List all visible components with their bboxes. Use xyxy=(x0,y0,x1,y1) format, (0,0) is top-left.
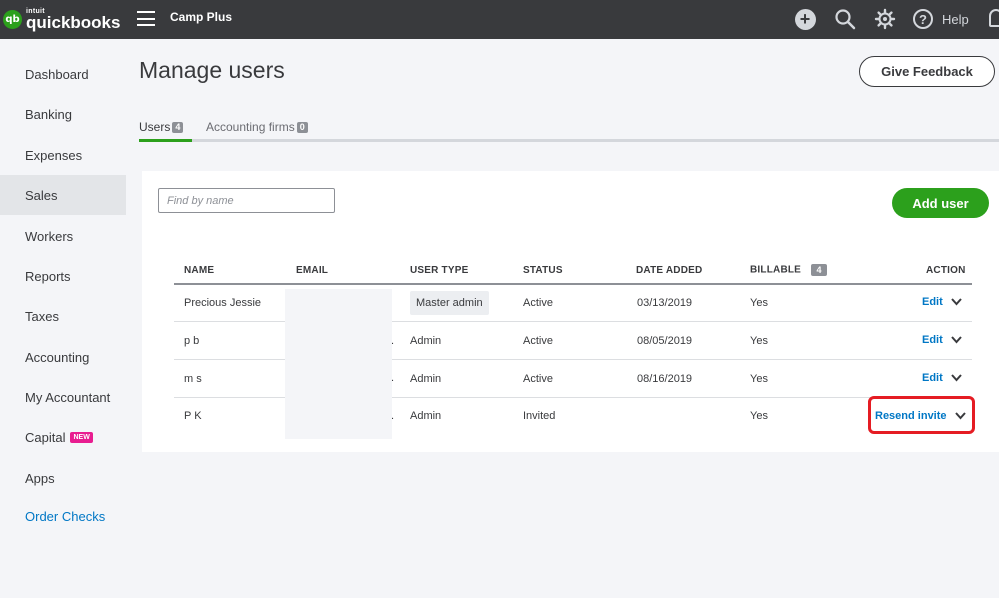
cell-name: P K xyxy=(184,410,202,422)
sidebar-item-apps[interactable]: Apps xyxy=(0,458,126,498)
cell-status: Active xyxy=(523,373,553,385)
sidebar-item-label: Reports xyxy=(25,268,71,284)
column-header-status[interactable]: STATUS xyxy=(523,265,563,276)
cell-name: m s xyxy=(184,373,202,385)
cell-billable: Yes xyxy=(750,373,768,385)
column-header-user-type[interactable]: USER TYPE xyxy=(410,265,468,276)
billable-label: BILLABLE xyxy=(750,264,802,276)
sidebar-item-sales[interactable]: Sales xyxy=(0,175,126,215)
tab-label: Accounting firms xyxy=(206,120,295,134)
add-user-button[interactable]: Add user xyxy=(892,188,989,218)
cell-name: p b xyxy=(184,335,200,347)
sidebar-nav: Dashboard Banking Expenses Sales Workers… xyxy=(0,39,126,598)
bell-icon[interactable] xyxy=(989,9,999,27)
email-redaction xyxy=(285,289,392,439)
sidebar-item-label: My Accountant xyxy=(25,389,111,405)
chevron-down-icon[interactable] xyxy=(950,371,963,384)
cell-name: Precious Jessie xyxy=(184,297,262,309)
sidebar-item-label: Workers xyxy=(25,228,74,244)
email-truncation: . xyxy=(391,372,395,384)
top-bar: qb intuit quickbooks Camp Plus + ? Help xyxy=(0,0,999,39)
cell-user-type: Admin xyxy=(410,373,442,385)
help-icon[interactable]: ? xyxy=(912,8,934,30)
cell-billable: Yes xyxy=(750,335,768,347)
sidebar-item-order-checks[interactable]: Order Checks xyxy=(0,496,126,536)
sidebar-item-expenses[interactable]: Expenses xyxy=(0,135,126,175)
help-label[interactable]: Help xyxy=(942,12,969,27)
company-name: Camp Plus xyxy=(170,10,233,24)
edit-action[interactable]: Edit xyxy=(922,371,963,384)
user-type-highlight: Master admin xyxy=(410,291,489,315)
sidebar-item-my-accountant[interactable]: My Accountant xyxy=(0,377,126,417)
cell-billable: Yes xyxy=(750,297,768,309)
sidebar-item-label: Banking xyxy=(25,106,72,122)
cell-date-added: 08/16/2019 xyxy=(637,373,693,385)
cell-status: Active xyxy=(523,335,553,347)
plus-icon[interactable]: + xyxy=(794,8,816,30)
highlight-annotation xyxy=(868,396,975,434)
page-title: Manage users xyxy=(139,57,285,83)
sidebar-item-label: Sales xyxy=(25,187,58,203)
sidebar-item-label: Accounting xyxy=(25,349,90,365)
cell-date-added: 03/13/2019 xyxy=(637,297,693,309)
sidebar-item-label: Dashboard xyxy=(25,66,89,82)
sidebar-item-reports[interactable]: Reports xyxy=(0,256,126,296)
sidebar-item-label: Expenses xyxy=(25,147,83,163)
logo-quickbooks-text: quickbooks xyxy=(26,13,121,32)
menu-icon[interactable] xyxy=(137,11,155,26)
column-header-date-added[interactable]: DATE ADDED xyxy=(636,265,702,276)
edit-link[interactable]: Edit xyxy=(922,296,943,308)
column-header-action: ACTION xyxy=(926,265,966,276)
cell-user-type: Admin xyxy=(410,410,442,422)
chevron-down-icon[interactable] xyxy=(950,295,963,308)
column-header-email[interactable]: EMAIL xyxy=(296,265,328,276)
cell-date-added: 08/05/2019 xyxy=(637,335,693,347)
quickbooks-logo[interactable]: qb intuit quickbooks xyxy=(3,8,120,31)
active-tab-indicator xyxy=(139,139,192,142)
edit-action[interactable]: Edit xyxy=(922,333,963,346)
sidebar-item-label: Taxes xyxy=(25,308,59,324)
cell-billable: Yes xyxy=(750,410,768,422)
sidebar-item-label: Apps xyxy=(25,470,55,486)
header-divider xyxy=(174,283,972,285)
sidebar-item-accounting[interactable]: Accounting xyxy=(0,337,126,377)
email-truncation: . xyxy=(391,410,395,422)
edit-link[interactable]: Edit xyxy=(922,334,943,346)
column-header-name[interactable]: NAME xyxy=(184,265,214,276)
search-icon[interactable] xyxy=(834,8,856,30)
tab-count-badge: 4 xyxy=(172,121,184,133)
cell-status: Invited xyxy=(523,410,556,422)
chevron-down-icon[interactable] xyxy=(950,333,963,346)
email-truncation: . xyxy=(391,335,395,347)
cell-status: Active xyxy=(523,297,553,309)
tab-count-badge: 0 xyxy=(296,121,308,133)
sidebar-item-label: Order Checks xyxy=(25,508,106,524)
cell-user-type: Admin xyxy=(410,335,442,347)
sidebar-item-taxes[interactable]: Taxes xyxy=(0,296,126,336)
billable-count-badge: 4 xyxy=(811,264,828,276)
edit-action[interactable]: Edit xyxy=(922,295,963,308)
qb-logo-icon: qb xyxy=(3,10,22,29)
tab-label: Users xyxy=(139,120,171,134)
give-feedback-button[interactable]: Give Feedback xyxy=(859,56,995,87)
column-header-billable[interactable]: BILLABLE 4 xyxy=(750,264,828,276)
sidebar-item-label: Capital xyxy=(25,429,66,445)
tab-accounting-firms[interactable]: Accounting firms 0 xyxy=(206,120,308,134)
gear-icon[interactable] xyxy=(874,8,896,30)
search-input[interactable] xyxy=(158,188,335,213)
cell-user-type: Master admin xyxy=(410,291,489,315)
sidebar-item-capital[interactable]: Capital NEW xyxy=(0,417,126,457)
sidebar-item-banking[interactable]: Banking xyxy=(0,94,126,134)
new-badge: NEW xyxy=(70,431,93,443)
sidebar-item-dashboard[interactable]: Dashboard xyxy=(0,54,126,94)
edit-link[interactable]: Edit xyxy=(922,372,943,384)
tab-users[interactable]: Users 4 xyxy=(139,120,184,134)
sidebar-item-workers[interactable]: Workers xyxy=(0,216,126,256)
tabs-divider xyxy=(139,139,999,142)
